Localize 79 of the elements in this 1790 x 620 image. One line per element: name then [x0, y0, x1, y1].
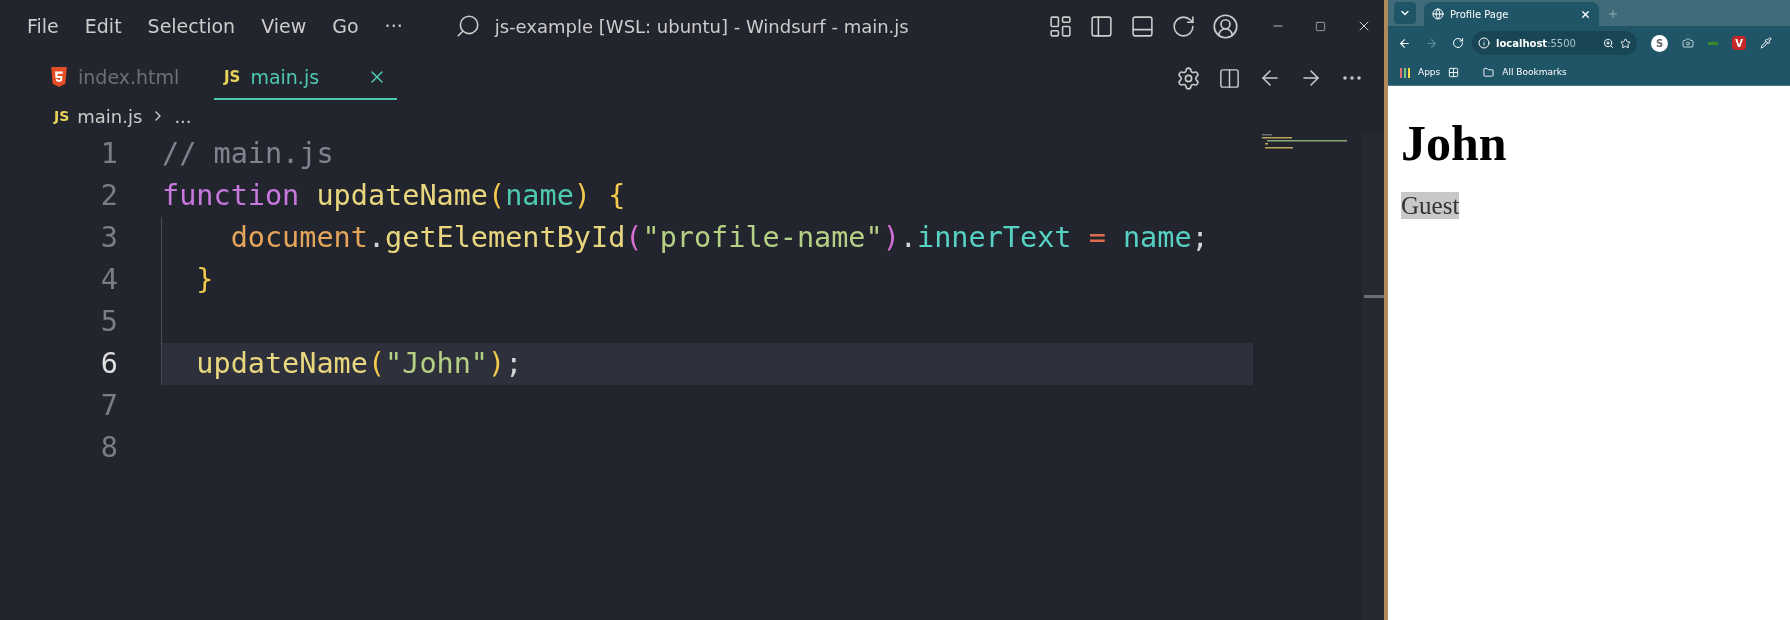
extension-badge[interactable]: V	[1732, 36, 1746, 50]
line-number: 4	[99, 261, 118, 298]
menu-item[interactable]: Selection	[147, 11, 236, 41]
html-file-icon	[50, 67, 68, 87]
split-editor-icon[interactable]	[1218, 66, 1241, 90]
profile-name-text: Guest	[1401, 192, 1460, 219]
sidebar-icon[interactable]	[1089, 13, 1114, 39]
maximize-icon[interactable]	[1315, 20, 1326, 32]
code-token: .	[899, 219, 918, 256]
menu-item[interactable]: Go	[332, 11, 359, 41]
code-token: )	[488, 345, 506, 382]
code-token: name	[1121, 219, 1192, 256]
code-token: ;	[505, 345, 523, 382]
globe-icon	[1432, 8, 1444, 20]
camera-icon[interactable]	[1682, 37, 1694, 49]
line-number: 7	[99, 387, 118, 424]
code-token: ;	[1191, 219, 1209, 256]
editor-tab[interactable]: JS main.js	[214, 56, 397, 100]
code-token: .	[367, 219, 386, 256]
code-token: name	[505, 177, 574, 214]
line-number: 1	[99, 135, 118, 172]
code-token: "profile-name"	[642, 219, 883, 256]
tab-label: main.js	[250, 64, 320, 90]
tab-title: Profile Page	[1450, 7, 1509, 22]
tab-label: index.html	[78, 64, 180, 90]
code-token: {	[607, 177, 626, 214]
window-title: js-example [WSL: ubuntu] - Windsurf - main.js	[494, 14, 909, 39]
code-token: getElementById	[385, 219, 626, 256]
code-token: updateName	[315, 177, 489, 214]
address-bar[interactable]: localhost:5500	[1472, 31, 1637, 55]
breadcrumb-item[interactable]: main.js	[77, 102, 143, 130]
close-tab-icon[interactable]	[1580, 8, 1591, 20]
code-token: // main.js	[162, 135, 334, 172]
grid-icon[interactable]	[1448, 67, 1460, 78]
info-icon	[1478, 37, 1490, 49]
url-text: localhost:5500	[1496, 36, 1576, 51]
code-token: innerText	[917, 219, 1072, 256]
line-number: 2	[99, 177, 118, 214]
code-token: updateName	[195, 345, 368, 382]
code-token: (	[488, 177, 506, 214]
bookmark-item[interactable]: All Bookmarks	[1502, 65, 1567, 80]
search-icon[interactable]	[454, 13, 481, 39]
eyedropper-icon[interactable]	[1760, 37, 1772, 49]
layout-icon[interactable]	[1048, 13, 1073, 39]
code-token: )	[882, 219, 900, 256]
settings-icon[interactable]	[1176, 65, 1201, 91]
account-icon[interactable]	[1212, 12, 1239, 40]
menu-item[interactable]: Edit	[84, 11, 122, 41]
breadcrumb-item[interactable]: ...	[174, 102, 192, 130]
reload-icon[interactable]	[1452, 37, 1464, 49]
line-number: 6	[99, 345, 118, 382]
bookmark-item[interactable]: Apps	[1418, 65, 1441, 80]
js-file-icon: JS	[224, 65, 241, 89]
code-token: "John"	[385, 345, 489, 382]
line-number: 5	[99, 303, 118, 340]
menu-item[interactable]: ···	[384, 11, 403, 41]
panel-icon[interactable]	[1130, 13, 1155, 39]
zoom-icon[interactable]	[1603, 37, 1614, 49]
profile-avatar[interactable]: S	[1651, 34, 1668, 52]
code-token: document	[229, 219, 368, 256]
js-file-icon: JS	[54, 105, 70, 127]
apps-icon	[1400, 67, 1410, 78]
scrollbar[interactable]	[1362, 132, 1384, 620]
circle-icon[interactable]	[1171, 13, 1196, 39]
line-number: 3	[99, 219, 118, 256]
back-arrow-icon[interactable]	[1398, 36, 1411, 50]
line-number: 8	[99, 429, 118, 466]
code-token: (	[625, 219, 643, 256]
menu-item[interactable]: View	[261, 11, 307, 41]
page-heading: John	[1401, 114, 1508, 173]
code-token: )	[573, 177, 591, 214]
star-icon[interactable]	[1620, 37, 1631, 49]
code-token: function	[162, 177, 300, 214]
code-token: (	[367, 345, 386, 382]
browser-tab[interactable]: Profile Page	[1424, 2, 1599, 26]
menu-item[interactable]: File	[27, 11, 59, 41]
folder-icon	[1483, 67, 1495, 78]
code-token: =	[1087, 219, 1106, 256]
code-token: }	[195, 261, 214, 298]
